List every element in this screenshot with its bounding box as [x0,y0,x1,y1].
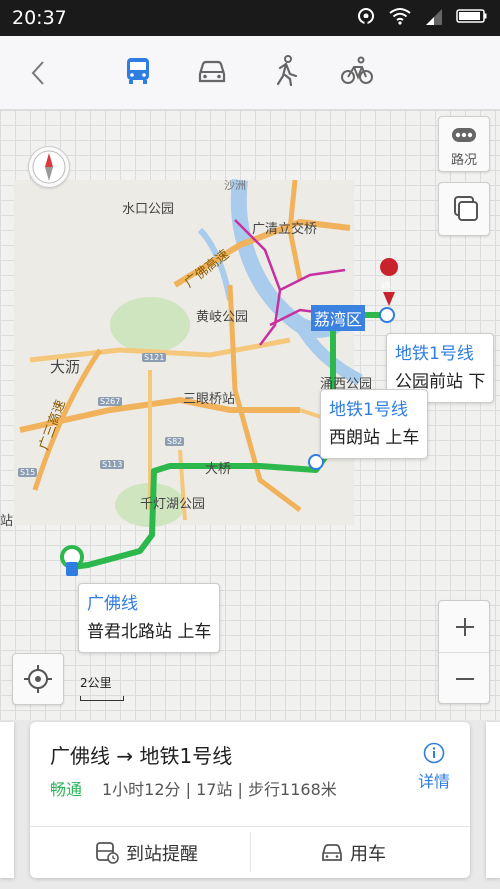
start-line-name: 广佛线 [87,594,138,614]
transfer-stop-name: 西朗站 上车 [329,428,420,448]
status-time: 20:37 [12,7,67,29]
route-card[interactable]: 广佛线 → 地铁1号线 畅通 1小时12分 | 17站 | 步行1168米 详情… [30,722,470,878]
arrival-alert-button[interactable]: 到站提醒 [94,836,198,870]
place-shuikou-park: 水口公园 [122,202,175,217]
place-station: 站 [0,514,14,529]
road-sign-s121: S121 [142,353,167,362]
start-station-callout[interactable]: 广佛线 普君北路站 上车 [78,583,221,653]
prev-route-card[interactable] [0,722,14,878]
end-marker-label: 终 [381,282,391,293]
place-shazhou: 沙洲 [224,179,246,192]
mode-bus-button[interactable] [121,54,161,92]
detail-label: 详情 [417,772,450,791]
compass-button[interactable] [28,146,70,188]
layers-button[interactable] [438,182,490,236]
transfer-line-name: 地铁1号线 [329,400,408,420]
status-bar: 20:37 [0,0,500,36]
start-stop-name: 普君北路站 上车 [87,622,212,642]
end-line-name: 地铁1号线 [395,344,474,364]
wifi-icon [388,7,412,29]
road-sign-s82: S82 [165,437,185,446]
place-huangqi-park: 黄岐公园 [196,310,249,325]
back-button[interactable] [24,56,54,90]
layers-icon [454,196,478,221]
zoom-in-button[interactable] [439,601,491,653]
card-vdivider [250,832,251,872]
map-view[interactable]: 终 水口公园 沙洲 广清立交桥 广佛高速 黄岐公园 大沥 三眼桥站 广三高速 涌… [0,110,500,720]
park-area [110,297,190,353]
minus-icon [456,678,474,680]
zoom-control [438,600,491,705]
traffic-button[interactable]: 路况 [438,116,490,172]
mode-bike-button[interactable] [340,54,380,92]
end-station-marker[interactable] [379,307,395,323]
end-pin-tail [383,292,395,306]
card-divider [30,826,470,827]
arrival-alert-label: 到站提醒 [126,844,198,865]
transport-mode-bar [0,36,500,110]
zoom-out-button[interactable] [439,653,491,705]
route-info: 1小时12分 | 17站 | 步行1168米 [102,780,337,799]
route-title: 广佛线 → 地铁1号线 [50,744,233,768]
plus-icon [456,618,474,636]
start-station-icon [66,562,78,576]
bike-icon [341,56,373,84]
place-guangqing-bridge: 广清立交桥 [252,222,318,237]
info-icon [423,742,445,764]
map-scale-bar [80,696,124,701]
district-label: 荔湾区 [311,305,366,331]
next-route-card[interactable] [486,722,500,878]
road-sign-s267: S267 [98,397,123,406]
bus-icon [127,58,149,84]
locate-icon [24,665,52,693]
use-car-button[interactable]: 用车 [320,836,386,870]
hotspot-icon [356,6,376,30]
place-sanyanqiao: 三眼桥站 [183,392,236,407]
end-pin-icon [380,258,399,276]
map-scale-label: 2公里 [80,676,112,690]
place-dali: 大沥 [50,358,81,376]
transfer-station-callout[interactable]: 地铁1号线 西朗站 上车 [320,389,429,459]
car-icon [322,844,342,861]
signal-icon [424,7,444,29]
back-icon [31,61,44,85]
use-car-label: 用车 [350,844,386,865]
battery-icon [456,8,488,28]
place-daqiao: 大桥 [205,462,232,477]
walk-icon [276,55,298,87]
car-icon [198,60,226,83]
traffic-label: 路况 [450,153,477,168]
mode-car-button[interactable] [195,54,235,92]
status-icons [356,6,488,30]
traffic-icon [452,128,476,142]
road-sign-s113: S113 [100,460,125,469]
compass-icon [32,150,66,184]
detail-button[interactable]: 详情 [418,742,450,792]
place-qiandeng-park: 千灯湖公园 [140,497,206,512]
bus-alert-icon [96,842,119,864]
locate-button[interactable] [12,653,64,705]
road-sign-s15: S15 [18,468,38,477]
route-status: 畅通 [50,780,83,799]
mode-walk-button[interactable] [268,54,308,92]
